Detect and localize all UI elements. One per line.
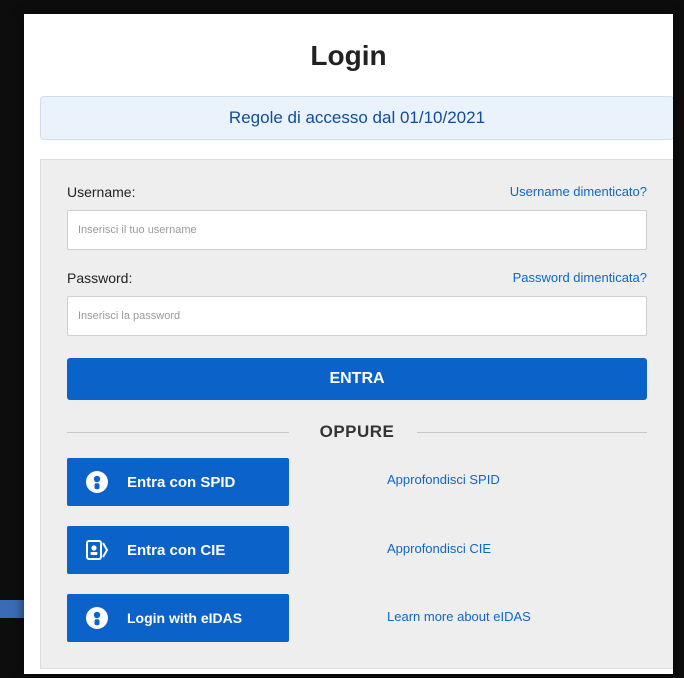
cie-card-icon	[67, 537, 127, 563]
login-window: Login Regole di accesso dal 01/10/2021 U…	[24, 14, 673, 674]
divider: OPPURE	[67, 422, 647, 442]
password-label: Password:	[67, 270, 133, 286]
person-icon	[67, 606, 127, 630]
password-input[interactable]	[67, 296, 647, 336]
eidas-info-link[interactable]: Learn more about eIDAS	[387, 609, 531, 624]
eidas-login-label: Login with eIDAS	[127, 610, 243, 626]
forgot-username-link[interactable]: Username dimenticato?	[510, 184, 647, 199]
username-group: Username: Username dimenticato?	[67, 184, 647, 204]
spid-login-label: Entra con SPID	[127, 473, 236, 491]
cie-login-label: Entra con CIE	[127, 541, 226, 559]
password-group: Password: Password dimenticata?	[67, 270, 647, 290]
username-input[interactable]	[67, 210, 647, 250]
spid-login-button[interactable]: Entra con SPID	[67, 458, 289, 506]
person-icon	[67, 470, 127, 494]
page-title: Login	[310, 40, 387, 71]
spid-info-link[interactable]: Approfondisci SPID	[387, 472, 500, 487]
background-strip	[0, 600, 24, 618]
login-panel: Username: Username dimenticato? Password…	[40, 159, 673, 669]
forgot-password-link[interactable]: Password dimenticata?	[513, 270, 647, 285]
eidas-login-button[interactable]: Login with eIDAS	[67, 594, 289, 642]
divider-line-right	[417, 432, 647, 433]
access-rules-link[interactable]: Regole di accesso dal 01/10/2021	[229, 108, 485, 128]
access-rules-notice[interactable]: Regole di accesso dal 01/10/2021	[40, 96, 673, 140]
cie-login-button[interactable]: Entra con CIE	[67, 526, 289, 574]
login-button[interactable]: ENTRA	[67, 358, 647, 400]
username-label: Username:	[67, 184, 136, 200]
cie-info-link[interactable]: Approfondisci CIE	[387, 541, 491, 556]
